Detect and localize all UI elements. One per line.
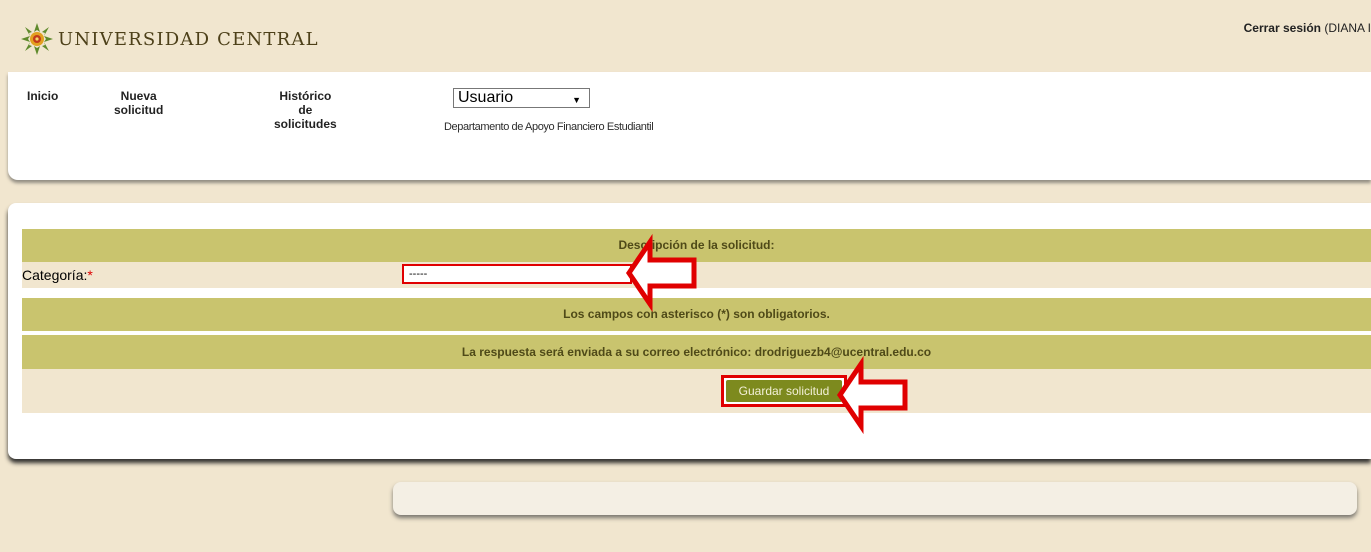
nav-nueva-line1: Nueva [120,89,157,103]
university-logo-icon [21,23,53,55]
required-asterisk: * [87,267,93,283]
department-name: Departamento de Apoyo Financiero Estudia… [444,121,654,133]
nav-panel: Inicio Nueva solicitud Histórico de soli… [8,72,1371,180]
nav-historico-line2: de [298,103,313,117]
save-row: Guardar solicitud [22,369,1371,413]
nav-historico-line1: Histórico [279,89,332,103]
nav-nueva-line2: solicitud [114,103,164,117]
nav-inicio[interactable]: Inicio [27,89,58,103]
email-note-row: La respuesta será enviada a su correo el… [22,335,1371,369]
red-arrow-annotation-icon [625,233,697,313]
nav-nueva-solicitud[interactable]: Nueva solicitud [114,89,163,117]
header: UNIVERSIDAD CENTRAL Cerrar sesión (DIANA… [8,10,1371,72]
email-note: La respuesta será enviada a su correo el… [461,345,932,359]
bottom-panel [393,482,1357,515]
logout-link[interactable]: Cerrar sesión [1244,21,1321,35]
save-request-label: Guardar solicitud [738,384,830,398]
user-name: (DIANA I [1320,21,1371,35]
category-select[interactable]: ----- [402,264,632,284]
nav-inicio-label: Inicio [27,89,59,103]
category-select-value: ----- [409,268,428,280]
user-role-value: Usuario [458,89,514,106]
red-arrow-annotation-icon [836,355,908,435]
nav-historico-solicitudes[interactable]: Histórico de solicitudes [274,89,337,131]
university-logo[interactable]: UNIVERSIDAD CENTRAL [20,22,319,56]
category-label: Categoría:* [22,267,93,283]
save-request-button[interactable]: Guardar solicitud [721,375,847,407]
save-request-button-face: Guardar solicitud [726,380,842,402]
nav-historico-line3: solicitudes [274,117,337,131]
university-name: UNIVERSIDAD CENTRAL [58,28,319,50]
user-role-select[interactable]: Usuario ▼ [453,88,590,108]
session-info: Cerrar sesión (DIANA I [1244,21,1371,35]
dropdown-arrow-icon: ▼ [572,95,581,105]
category-label-text: Categoría: [22,267,88,283]
